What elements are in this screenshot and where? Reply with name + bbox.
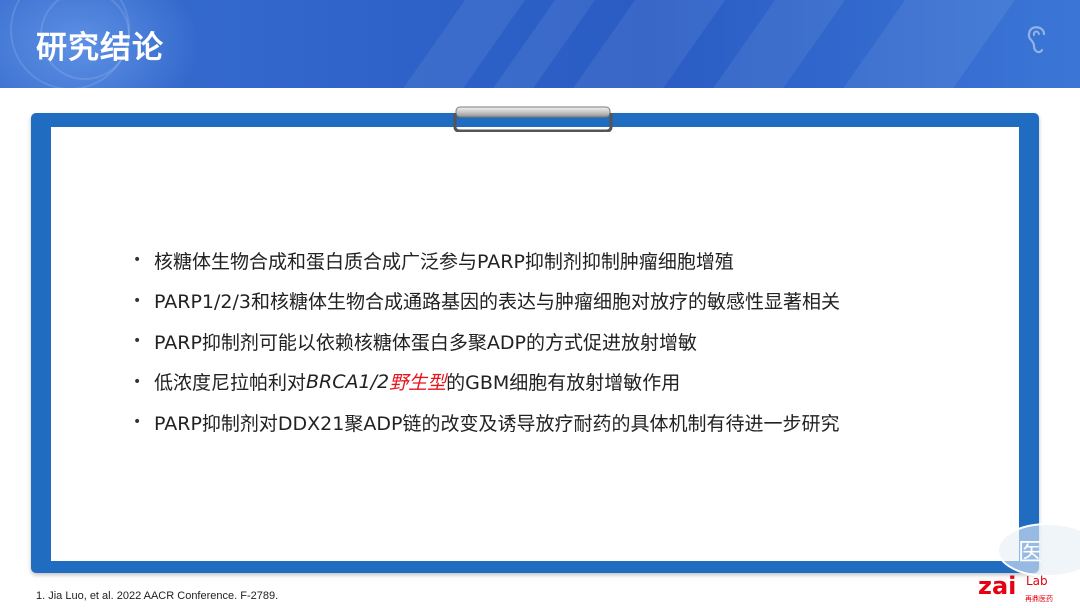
bullet-dot: • [133, 292, 142, 309]
watermark-text: 医 [1018, 538, 1042, 566]
list-item: • PARP抑制剂对DDX21聚ADP链的改变及诱导放疗耐药的具体机制有待进一步研… [133, 402, 840, 443]
bullet-dot: • [133, 373, 142, 390]
bullet-text: PARP抑制剂对DDX21聚ADP链的改变及诱导放疗耐药的具体机制有待进一步研究 [154, 412, 840, 435]
logo-lab-text: Lab [1026, 574, 1048, 588]
banner-stripe [820, 0, 1030, 88]
ear-icon [1027, 26, 1046, 54]
list-item: • PARP抑制剂可能以依赖核糖体蛋白多聚ADP的方式促进放射增敏 [133, 321, 840, 362]
bullet-dot: • [133, 414, 142, 431]
logo-subtitle: 再鼎医药 [1025, 594, 1053, 603]
board-clip-icon [453, 106, 613, 132]
reference-footnote: 1. Jia Luo, et al. 2022 AACR Conference.… [36, 590, 279, 602]
bullet-text: 低浓度尼拉帕利对 [154, 372, 307, 395]
banner-stripe [690, 0, 860, 88]
page-title: 研究结论 [36, 30, 164, 66]
conclusion-list: • 核糖体生物合成和蛋白质合成广泛参与PARP抑制剂抑制肿瘤细胞增殖 • PARP1… [133, 240, 840, 443]
bullet-text: PARP抑制剂可能以依赖核糖体蛋白多聚ADP的方式促进放射增敏 [154, 331, 697, 354]
zai-lab-logo: zai Lab 再鼎医药 [978, 572, 1053, 603]
bullet-dot: • [133, 252, 142, 269]
bullet-text: 野生型 [389, 372, 447, 395]
bullet-text: PARP1/2/3和核糖体生物合成通路基因的表达与肿瘤细胞对放疗的敏感性显著相关 [154, 291, 840, 314]
list-item: • 低浓度尼拉帕利对 BRCA1/2 野生型 的GBM细胞有放射增敏作用 [133, 362, 840, 403]
list-item: • 核糖体生物合成和蛋白质合成广泛参与PARP抑制剂抑制肿瘤细胞增殖 [133, 240, 840, 281]
watermark-seal-icon: 医 [997, 523, 1080, 577]
list-item: • PARP1/2/3和核糖体生物合成通路基因的表达与肿瘤细胞对放疗的敏感性显著相… [133, 281, 840, 322]
bullet-dot: • [133, 333, 142, 350]
bullet-text: BRCA1/2 [306, 370, 390, 393]
bullet-text: 的GBM细胞有放射增敏作用 [446, 372, 681, 395]
header-banner: 研究结论 [0, 0, 1080, 88]
logo-zai-text: zai [978, 572, 1016, 600]
bullet-text: 核糖体生物合成和蛋白质合成广泛参与PARP抑制剂抑制肿瘤细胞增殖 [154, 250, 734, 273]
